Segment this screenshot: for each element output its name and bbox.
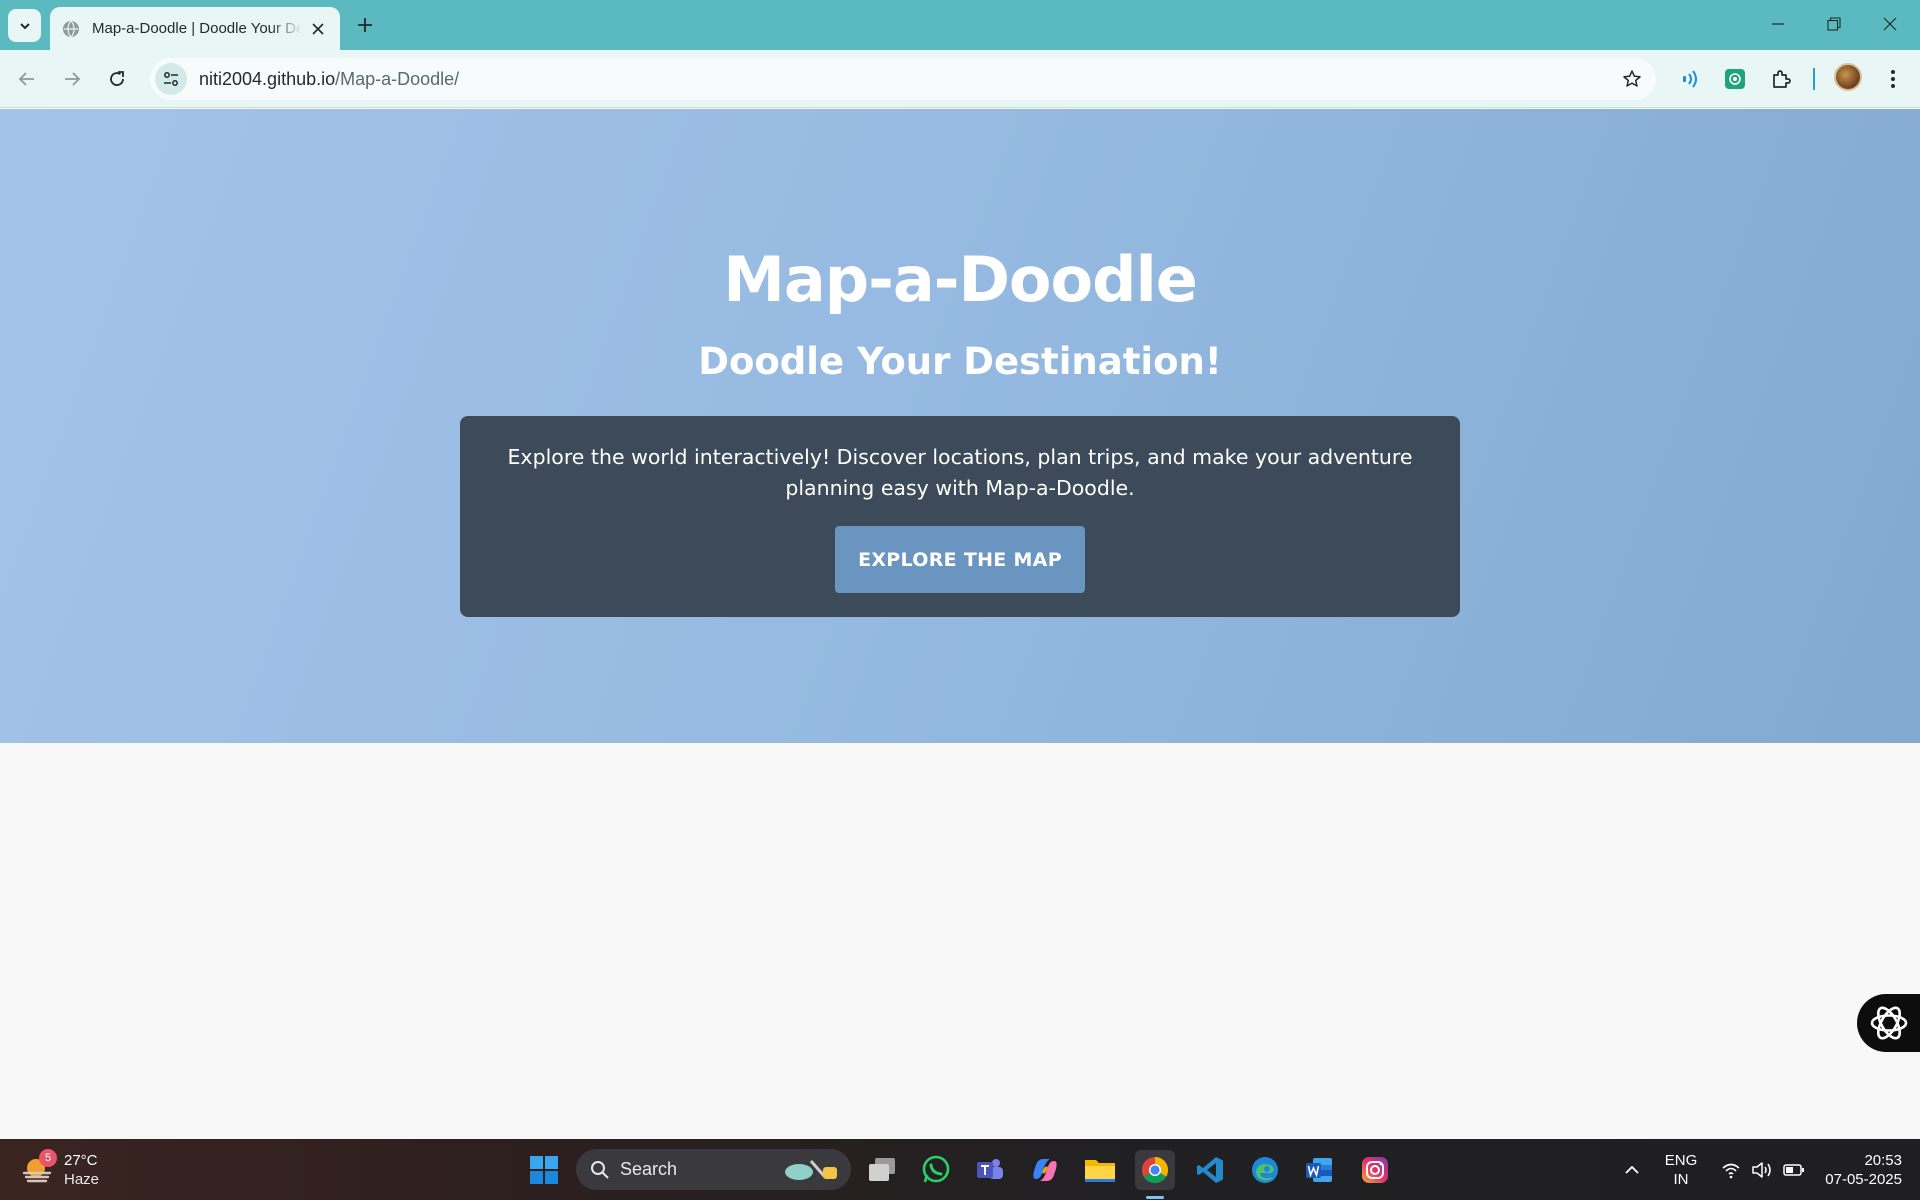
chrome-icon: [1141, 1156, 1169, 1184]
weather-widget[interactable]: 5 27°C Haze: [22, 1149, 112, 1191]
clock-time: 20:53: [1864, 1151, 1902, 1169]
search-highlight-icon: [785, 1160, 837, 1180]
close-window-button[interactable]: [1862, 0, 1918, 48]
close-icon: [1883, 17, 1897, 31]
explore-map-button[interactable]: EXPLORE THE MAP: [835, 526, 1085, 593]
taskbar-teams[interactable]: [970, 1150, 1010, 1190]
chatgpt-extension-icon: [1725, 69, 1745, 89]
back-icon: [18, 72, 34, 86]
language-indicator[interactable]: ENG IN: [1660, 1139, 1702, 1200]
intro-card: Explore the world interactively! Discove…: [460, 416, 1460, 617]
star-icon: [1623, 70, 1641, 87]
address-bar[interactable]: niti2004.github.io/Map-a-Doodle/: [150, 58, 1656, 100]
battery-icon: [1783, 1163, 1804, 1176]
weather-condition: Haze: [64, 1171, 100, 1188]
minimize-icon: [1772, 23, 1784, 25]
profile-avatar[interactable]: [1834, 63, 1862, 91]
chrome-active-indicator: [1146, 1196, 1164, 1199]
clock-date: 07-05-2025: [1825, 1170, 1902, 1188]
taskbar-file-explorer[interactable]: [1080, 1150, 1120, 1190]
page-title: Map-a-Doodle: [723, 243, 1198, 316]
reload-button[interactable]: [100, 62, 134, 96]
taskbar-vscode[interactable]: [1190, 1150, 1230, 1190]
site-info-icon: [164, 72, 178, 86]
close-tab-button[interactable]: [308, 19, 328, 39]
vscode-icon: [1197, 1157, 1223, 1183]
taskbar-search-label: Search: [620, 1159, 678, 1179]
page-viewport: Map-a-Doodle Doodle Your Destination! Ex…: [0, 109, 1920, 1139]
globe-icon: [62, 20, 80, 38]
close-icon: [312, 22, 324, 35]
page-subtitle: Doodle Your Destination!: [698, 340, 1222, 383]
windows-taskbar: 5 27°C Haze Search ENG IN 20:53 07-05-20…: [0, 1139, 1920, 1200]
bookmark-button[interactable]: [1620, 67, 1644, 91]
intro-description: Explore the world interactively! Discove…: [507, 445, 1413, 500]
read-aloud-extension[interactable]: [1675, 64, 1705, 94]
url-text: niti2004.github.io/Map-a-Doodle/: [199, 69, 459, 90]
restore-button[interactable]: [1806, 0, 1862, 48]
taskbar-edge[interactable]: [1245, 1150, 1285, 1190]
hero-section: Map-a-Doodle Doodle Your Destination! Ex…: [0, 109, 1920, 743]
site-info-button[interactable]: [155, 63, 187, 95]
copilot-icon: [1033, 1159, 1057, 1181]
show-hidden-icons-button[interactable]: [1620, 1139, 1644, 1200]
chatgpt-extension[interactable]: [1720, 64, 1750, 94]
toolbar-divider: [1813, 68, 1815, 90]
plus-icon: [358, 18, 372, 32]
instagram-icon: [1362, 1157, 1388, 1183]
url-path: /Map-a-Doodle/: [335, 68, 460, 89]
forward-button[interactable]: [55, 62, 89, 96]
search-icon: [591, 1160, 609, 1179]
word-icon: [1306, 1158, 1332, 1182]
taskbar-whatsapp[interactable]: [916, 1150, 956, 1190]
taskbar-word[interactable]: [1299, 1150, 1339, 1190]
wifi-icon: [1722, 1163, 1740, 1178]
browser-toolbar: niti2004.github.io/Map-a-Doodle/: [0, 50, 1920, 108]
browser-menu-button[interactable]: [1878, 64, 1908, 94]
chevron-up-icon: [1625, 1165, 1639, 1174]
tab-strip: Map-a-Doodle | Doodle Your Destination!: [0, 0, 1920, 50]
url-host: niti2004.github.io: [199, 68, 336, 89]
taskbar-chrome[interactable]: [1135, 1150, 1175, 1190]
minimize-button[interactable]: [1750, 0, 1806, 48]
weather-badge: 5: [39, 1149, 57, 1167]
chatgpt-floating-widget[interactable]: [1857, 994, 1920, 1052]
extensions-icon: [1773, 70, 1791, 88]
taskbar-instagram[interactable]: [1355, 1150, 1395, 1190]
system-status-tray[interactable]: [1718, 1139, 1808, 1200]
back-button[interactable]: [10, 62, 44, 96]
forward-icon: [65, 72, 81, 86]
task-view-button[interactable]: [862, 1150, 902, 1190]
chatgpt-logo-icon: [1870, 1006, 1908, 1040]
restore-icon: [1827, 17, 1841, 31]
windows-start-icon: [530, 1156, 558, 1184]
volume-icon: [1752, 1161, 1771, 1178]
taskbar-search[interactable]: Search: [576, 1149, 851, 1190]
language-code: ENG: [1664, 1151, 1698, 1169]
tab-search-button[interactable]: [8, 9, 41, 42]
task-view-icon: [869, 1158, 895, 1181]
weather-temperature: 27°C: [64, 1152, 98, 1169]
extensions-button[interactable]: [1766, 64, 1796, 94]
read-aloud-icon: [1683, 70, 1697, 88]
active-tab[interactable]: Map-a-Doodle | Doodle Your Destination!: [50, 7, 340, 50]
system-clock[interactable]: 20:53 07-05-2025: [1812, 1139, 1902, 1200]
language-region: IN: [1673, 1170, 1689, 1188]
taskbar-copilot[interactable]: [1025, 1150, 1065, 1190]
tab-title: Map-a-Doodle | Doodle Your Destination!: [92, 20, 302, 37]
edge-icon: [1252, 1157, 1278, 1183]
chevron-down-icon: [19, 22, 30, 29]
start-button[interactable]: [524, 1150, 564, 1190]
new-tab-button[interactable]: [351, 11, 379, 39]
reload-icon: [110, 71, 124, 86]
teams-icon: [977, 1159, 1003, 1179]
menu-icon: [1891, 70, 1895, 88]
whatsapp-icon: [922, 1155, 950, 1183]
file-explorer-icon: [1085, 1160, 1115, 1182]
